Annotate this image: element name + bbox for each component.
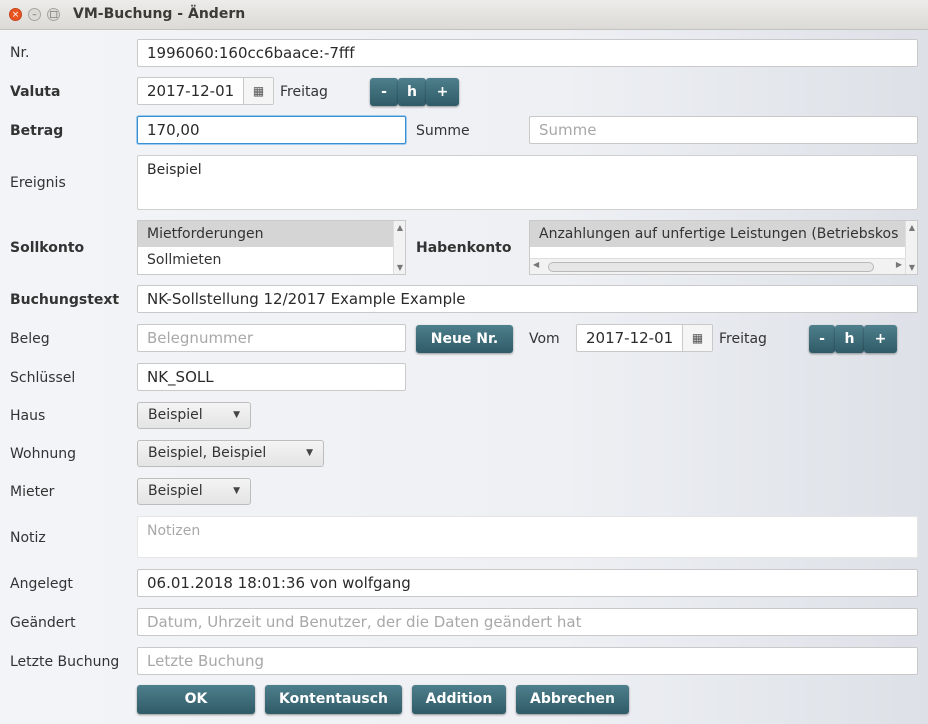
geaendert-field[interactable]: Datum, Uhrzeit und Benutzer, der die Dat… <box>137 608 918 636</box>
sollkonto-list[interactable]: Mietforderungen Sollmieten ▲ ▼ <box>137 220 406 275</box>
ereignis-label: Ereignis <box>10 175 66 191</box>
window-title: VM-Buchung - Ändern <box>73 6 246 22</box>
form-content: Nr. 1996060:160cc6baace:-7fff Valuta 201… <box>0 30 928 724</box>
valuta-plus-button[interactable]: + <box>426 78 459 106</box>
buchungstext-field[interactable]: NK-Sollstellung 12/2017 Example Example <box>137 285 918 313</box>
valuta-minus-button[interactable]: - <box>370 78 398 106</box>
nr-label: Nr. <box>10 45 30 61</box>
sollkonto-scrollbar[interactable]: ▲ ▼ <box>393 221 405 274</box>
abbrechen-button[interactable]: Abbrechen <box>516 685 629 714</box>
valuta-date-field[interactable]: 2017-12-01 ▦ <box>137 77 274 105</box>
haus-select-value: Beispiel <box>148 407 203 423</box>
mieter-select-value: Beispiel <box>148 483 203 499</box>
valuta-date-value: 2017-12-01 <box>147 82 235 100</box>
haus-label: Haus <box>10 408 46 424</box>
nr-field[interactable]: 1996060:160cc6baace:-7fff <box>137 39 918 67</box>
wohnung-select[interactable]: Beispiel, Beispiel ▼ <box>137 440 324 467</box>
habenkonto-hscrollbar[interactable]: ◀ ▶ <box>530 258 905 274</box>
chevron-down-icon: ▼ <box>233 410 240 420</box>
letzte-buchung-label: Letzte Buchung <box>10 654 120 670</box>
schluessel-field[interactable]: NK_SOLL <box>137 363 406 391</box>
summe-label: Summe <box>416 123 470 139</box>
angelegt-field[interactable]: 06.01.2018 18:01:36 von wolfgang <box>137 569 918 597</box>
valuta-weekday: Freitag <box>280 84 328 100</box>
geaendert-label: Geändert <box>10 615 76 631</box>
letzte-buchung-field[interactable]: Letzte Buchung <box>137 647 918 675</box>
notiz-textarea[interactable]: Notizen <box>137 516 918 558</box>
habenkonto-vscrollbar[interactable]: ▲ ▼ <box>905 221 917 274</box>
schluessel-label: Schlüssel <box>10 370 76 386</box>
betrag-label: Betrag <box>10 123 64 139</box>
calendar-icon[interactable]: ▦ <box>682 325 712 351</box>
wohnung-label: Wohnung <box>10 446 76 462</box>
chevron-down-icon: ▼ <box>233 486 240 496</box>
beleg-label: Beleg <box>10 331 50 347</box>
scroll-down-icon[interactable]: ▼ <box>906 263 917 272</box>
beleg-h-button[interactable]: h <box>835 325 864 353</box>
kontentausch-button[interactable]: Kontentausch <box>265 685 402 714</box>
summe-field[interactable]: Summe <box>529 116 918 144</box>
valuta-label: Valuta <box>10 84 61 100</box>
habenkonto-label: Habenkonto <box>416 240 512 256</box>
angelegt-label: Angelegt <box>10 576 73 592</box>
buchungstext-label: Buchungstext <box>10 292 120 308</box>
habenkonto-list[interactable]: Anzahlungen auf unfertige Leistungen (Be… <box>529 220 918 275</box>
list-item[interactable]: Anzahlungen auf unfertige Leistungen (Be… <box>530 221 905 247</box>
beleg-weekday: Freitag <box>719 331 767 347</box>
beleg-date-field[interactable]: 2017-12-01 ▦ <box>576 324 713 352</box>
scroll-left-icon[interactable]: ◀ <box>533 260 539 269</box>
beleg-plus-button[interactable]: + <box>864 325 897 353</box>
close-window-icon[interactable]: × <box>9 8 22 21</box>
calendar-icon[interactable]: ▦ <box>243 78 273 104</box>
list-item[interactable]: Sollmieten <box>138 247 405 273</box>
neue-nr-button[interactable]: Neue Nr. <box>416 325 513 353</box>
haus-select[interactable]: Beispiel ▼ <box>137 402 251 429</box>
maximize-window-icon[interactable]: □ <box>47 8 60 21</box>
belegnummer-field[interactable]: Belegnummer <box>137 324 406 352</box>
mieter-select[interactable]: Beispiel ▼ <box>137 478 251 505</box>
ereignis-textarea[interactable]: Beispiel <box>137 155 918 210</box>
scroll-down-icon[interactable]: ▼ <box>394 263 405 272</box>
wohnung-select-value: Beispiel, Beispiel <box>148 445 267 461</box>
sollkonto-label: Sollkonto <box>10 240 85 256</box>
betrag-field[interactable]: 170,00 <box>137 116 406 144</box>
hscroll-thumb[interactable] <box>548 262 874 272</box>
valuta-h-button[interactable]: h <box>398 78 426 106</box>
chevron-down-icon: ▼ <box>306 448 313 458</box>
mieter-label: Mieter <box>10 484 55 500</box>
addition-button[interactable]: Addition <box>412 685 506 714</box>
scroll-right-icon[interactable]: ▶ <box>896 260 902 269</box>
vom-label: Vom <box>529 331 560 347</box>
scroll-up-icon[interactable]: ▲ <box>906 223 917 232</box>
list-item[interactable]: Mietforderungen <box>138 221 405 247</box>
ok-button[interactable]: OK <box>137 685 255 714</box>
beleg-date-value: 2017-12-01 <box>586 329 674 347</box>
title-bar: × – □ VM-Buchung - Ändern <box>0 0 928 30</box>
notiz-label: Notiz <box>10 530 46 546</box>
minimize-window-icon[interactable]: – <box>28 8 41 21</box>
beleg-minus-button[interactable]: - <box>809 325 835 353</box>
scroll-up-icon[interactable]: ▲ <box>394 223 405 232</box>
